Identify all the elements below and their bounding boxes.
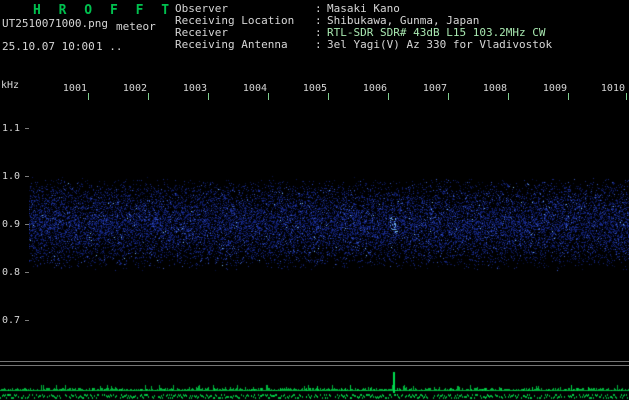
timestamp: 25.10.07 10:00 (2, 40, 95, 53)
meta-value: 3el Yagi(V) Az 330 for Vladivostok (327, 38, 552, 51)
signal-level-canvas (0, 358, 629, 400)
meta-row-antenna: Receiving Antenna:3el Yagi(V) Az 330 for… (175, 39, 552, 51)
hrofft-screen: H R O F F T UT2510071000.png meteor 25.1… (0, 0, 629, 400)
y-tick-label: 0.8 (2, 267, 24, 278)
meta-label: Receiving Antenna (175, 39, 315, 51)
y-tick-label: 0.7 (2, 315, 24, 326)
station-metadata: Observer: Masaki Kano Receiving Location:… (175, 3, 552, 51)
y-axis-unit-label: kHz (1, 80, 19, 91)
y-tick-label: 1.1 (2, 123, 24, 134)
observation-mode-label: meteor (116, 20, 156, 33)
y-tick-label: 1.0 (2, 171, 24, 182)
output-filename: UT2510071000.png (2, 17, 108, 30)
app-title: H R O F F T (33, 3, 174, 18)
meta-separator: : (315, 39, 327, 51)
y-tick-label: 0.9 (2, 219, 24, 230)
spectrogram-canvas (29, 92, 629, 356)
minute-counter: 1 .. (96, 40, 123, 53)
